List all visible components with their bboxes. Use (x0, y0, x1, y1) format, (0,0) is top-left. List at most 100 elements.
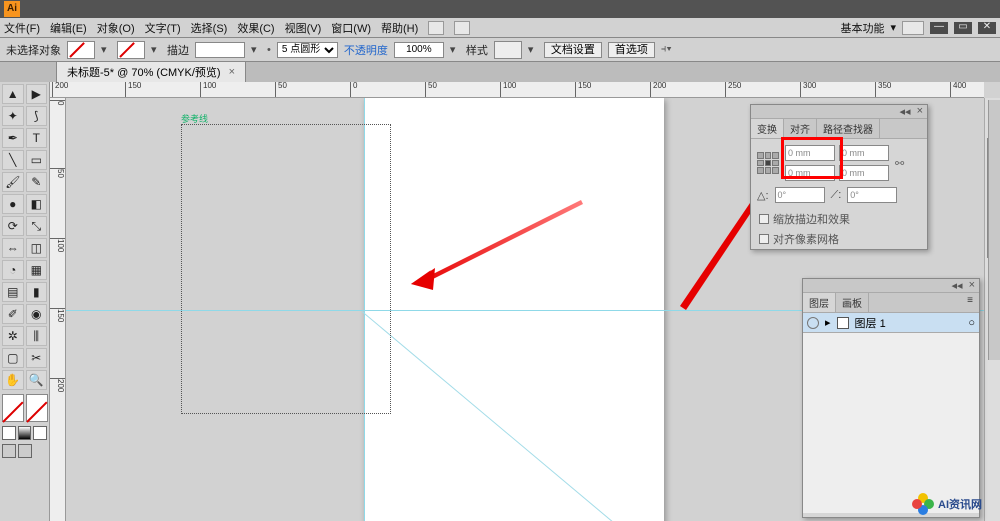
menu-effect[interactable]: 效果(C) (237, 20, 274, 36)
tab-pathfinder[interactable]: 路径查找器 (817, 119, 880, 138)
color-mode[interactable] (2, 426, 16, 440)
style-swatch[interactable] (494, 41, 522, 59)
scale-tool[interactable]: ⤡ (26, 216, 48, 236)
layout-icon-1[interactable] (428, 21, 444, 35)
stroke-weight-input[interactable] (195, 42, 245, 58)
symbol-sprayer-tool[interactable]: ✲ (2, 326, 24, 346)
align-pixel-checkbox[interactable]: 对齐像素网格 (751, 229, 927, 249)
zoom-tool[interactable]: 🔍 (26, 370, 48, 390)
gradient-mode[interactable] (18, 426, 32, 440)
collapse-icon[interactable]: ◂◂ (900, 105, 911, 118)
collapse-icon[interactable]: ◂◂ (952, 279, 963, 292)
opacity-label[interactable]: 不透明度 (344, 42, 388, 58)
free-transform-tool[interactable]: ◫ (26, 238, 48, 258)
eyedropper-tool[interactable]: ✐ (2, 304, 24, 324)
menu-file[interactable]: 文件(F) (4, 20, 40, 36)
fill-swatch[interactable] (67, 41, 95, 59)
magic-wand-tool[interactable]: ✦ (2, 106, 24, 126)
panel-titlebar[interactable]: ◂◂ × (751, 105, 927, 119)
opacity-input[interactable] (394, 42, 444, 58)
line-tool[interactable]: ╲ (2, 150, 24, 170)
menu-object[interactable]: 对象(O) (97, 20, 135, 36)
maximize-button[interactable]: ▭ (954, 22, 972, 34)
blob-brush-tool[interactable]: ● (2, 194, 24, 214)
perspective-tool[interactable]: ▦ (26, 260, 48, 280)
workspace-switcher[interactable]: 基本功能 (840, 20, 884, 36)
collapsed-dock[interactable] (988, 100, 1000, 360)
rotate-field[interactable]: 0° (775, 187, 825, 203)
blend-tool[interactable]: ◉ (26, 304, 48, 324)
paintbrush-tool[interactable]: 🖌 (2, 172, 24, 192)
color-mode-row[interactable] (2, 426, 47, 440)
shear-field[interactable]: 0° (847, 187, 897, 203)
brush-select[interactable]: 5 点圆形 (277, 42, 338, 58)
layer-name[interactable]: 图层 1 (855, 315, 886, 331)
horizontal-ruler[interactable]: 200 150 100 50 0 50 100 150 200 250 300 … (50, 82, 984, 98)
target-icon[interactable]: ○ (968, 317, 975, 329)
scale-strokes-checkbox[interactable]: 缩放描边和效果 (751, 209, 927, 229)
vertical-ruler[interactable]: 0 50 100 150 200 (50, 98, 66, 521)
shape-builder-tool[interactable]: ◔ (2, 260, 24, 280)
chevron-down-icon[interactable]: ▾ (151, 43, 161, 56)
eraser-tool[interactable]: ◧ (26, 194, 48, 214)
panel-titlebar[interactable]: ◂◂ × (803, 279, 979, 293)
fill-stroke-swatch[interactable] (2, 394, 48, 422)
chevron-down-icon[interactable]: ▾ (890, 21, 896, 34)
close-icon[interactable]: × (229, 66, 235, 78)
menu-view[interactable]: 视图(V) (285, 20, 322, 36)
panel-menu-icon[interactable]: ≡ (961, 293, 979, 312)
graph-tool[interactable]: ⫼ (26, 326, 48, 346)
close-icon[interactable]: × (917, 105, 923, 118)
visibility-icon[interactable] (807, 317, 819, 329)
search-icon[interactable] (902, 21, 924, 35)
normal-screen[interactable] (2, 444, 16, 458)
chevron-down-icon[interactable]: ▾ (101, 43, 111, 56)
hand-tool[interactable]: ✋ (2, 370, 24, 390)
artboard-tool[interactable]: ▢ (2, 348, 24, 368)
chevron-down-icon[interactable]: ▾ (450, 43, 460, 56)
close-button[interactable]: ✕ (978, 22, 996, 34)
title-bar: Ai (0, 0, 1000, 18)
layout-icon-2[interactable] (454, 21, 470, 35)
tab-transform[interactable]: 变换 (751, 119, 784, 138)
direct-selection-tool[interactable]: ▶ (26, 84, 48, 104)
layer-row[interactable]: ▸ 图层 1 ○ (803, 313, 979, 333)
none-mode[interactable] (33, 426, 47, 440)
pen-tool[interactable]: ✒ (2, 128, 24, 148)
minimize-button[interactable]: — (930, 22, 948, 34)
align-icon[interactable]: ⫞▾ (661, 43, 672, 56)
rotate-tool[interactable]: ⟳ (2, 216, 24, 236)
expand-icon[interactable]: ▸ (825, 316, 831, 329)
menu-edit[interactable]: 编辑(E) (50, 20, 87, 36)
menu-type[interactable]: 文字(T) (145, 20, 181, 36)
menu-help[interactable]: 帮助(H) (381, 20, 418, 36)
stroke-swatch[interactable] (117, 41, 145, 59)
link-icon[interactable]: ⚯ (895, 157, 904, 170)
screen-mode-row[interactable] (2, 444, 47, 458)
chevron-down-icon[interactable]: ▾ (251, 43, 261, 56)
document-setup-button[interactable]: 文档设置 (544, 42, 602, 58)
tab-layers[interactable]: 图层 (803, 293, 836, 312)
slice-tool[interactable]: ✂ (26, 348, 48, 368)
type-tool[interactable]: T (26, 128, 48, 148)
tab-artboards[interactable]: 画板 (836, 293, 869, 312)
close-icon[interactable]: × (969, 279, 975, 292)
selection-marquee[interactable] (181, 124, 391, 414)
full-screen[interactable] (18, 444, 32, 458)
chevron-down-icon[interactable]: ▾ (528, 43, 538, 56)
reference-point[interactable] (757, 152, 779, 174)
mesh-tool[interactable]: ▤ (2, 282, 24, 302)
tab-align[interactable]: 对齐 (784, 119, 817, 138)
selection-tool[interactable]: ▲ (2, 84, 24, 104)
pencil-tool[interactable]: ✎ (26, 172, 48, 192)
h-field[interactable]: 0 mm (839, 165, 889, 181)
w-field[interactable]: 0 mm (839, 145, 889, 161)
menu-select[interactable]: 选择(S) (191, 20, 228, 36)
rectangle-tool[interactable]: ▭ (26, 150, 48, 170)
gradient-tool[interactable]: ▮ (26, 282, 48, 302)
preferences-button[interactable]: 首选项 (608, 42, 655, 58)
document-tab[interactable]: 未标题-5* @ 70% (CMYK/预览) × (56, 61, 246, 82)
menu-window[interactable]: 窗口(W) (331, 20, 371, 36)
width-tool[interactable]: ⇔ (2, 238, 24, 258)
lasso-tool[interactable]: ⟆ (26, 106, 48, 126)
